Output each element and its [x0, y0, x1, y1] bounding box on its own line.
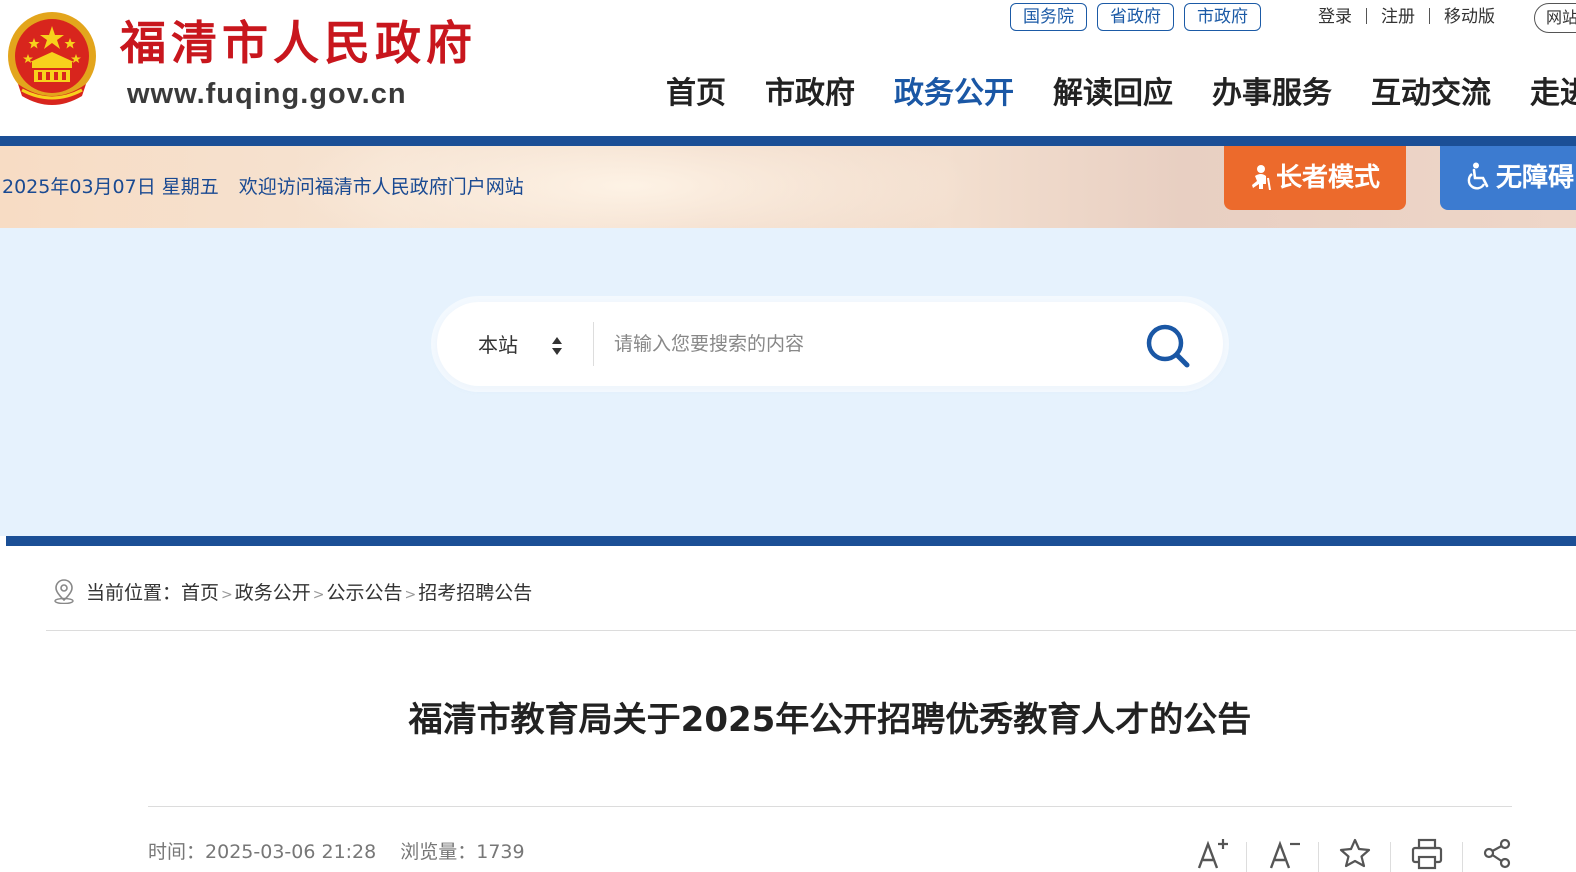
- time-label: 时间：: [148, 841, 206, 863]
- gov-link-state-council[interactable]: 国务院: [1010, 3, 1087, 31]
- article-meta: 时间：2025-03-06 21:28 浏览量：1739: [148, 838, 525, 866]
- elder-mode-label: 长者模式: [1275, 163, 1380, 193]
- divider: [46, 630, 1576, 631]
- header-divider-bar: [0, 136, 1576, 146]
- wheelchair-icon: [1467, 162, 1489, 190]
- divider: [1318, 842, 1319, 872]
- location-pin-icon: [54, 579, 74, 604]
- chevron-right-icon: >: [404, 587, 417, 603]
- chevron-right-icon: >: [312, 587, 325, 603]
- breadcrumb-label: 当前位置：: [86, 582, 182, 604]
- welcome-text: 欢迎访问福清市人民政府门户网站: [238, 176, 524, 198]
- elder-mode-button[interactable]: 长者模式: [1224, 146, 1406, 210]
- site-url: www.fuqing.gov.cn: [127, 78, 407, 110]
- chevron-right-icon: >: [221, 587, 233, 603]
- divider: [1462, 842, 1463, 872]
- breadcrumb: 当前位置：首页 > 政务公开 > 公示公告 > 招考招聘公告: [52, 578, 532, 606]
- nav-city-gov[interactable]: 市政府: [765, 72, 855, 116]
- search-icon[interactable]: [1142, 320, 1192, 370]
- site-link-pill[interactable]: 网站: [1534, 3, 1576, 33]
- gov-link-province[interactable]: 省政府: [1097, 3, 1174, 31]
- gov-links: 国务院 省政府 市政府: [1010, 3, 1271, 31]
- divider: [1366, 8, 1367, 24]
- accessibility-label: 无障碍: [1496, 163, 1575, 193]
- breadcrumb-home[interactable]: 首页: [181, 582, 219, 604]
- site-name[interactable]: 福清市人民政府: [120, 12, 477, 74]
- views-label: 浏览量：: [400, 841, 477, 863]
- search-input[interactable]: [614, 324, 1114, 364]
- publish-time: 2025-03-06 21:28: [205, 841, 377, 863]
- article-title: 福清市教育局关于2025年公开招聘优秀教育人才的公告: [408, 700, 1252, 740]
- nav-about-fuqing[interactable]: 走进福清: [1530, 72, 1576, 116]
- nav-interpretation[interactable]: 解读回应: [1053, 72, 1173, 116]
- national-emblem-icon: [8, 12, 96, 105]
- divider: [148, 806, 1512, 807]
- divider: [593, 322, 594, 366]
- content-top-bar: [6, 536, 1576, 546]
- user-links: 登录 注册 移动版: [1318, 4, 1495, 30]
- elder-icon: [1251, 165, 1271, 190]
- breadcrumb-recruitment[interactable]: 招考招聘公告: [418, 582, 532, 604]
- select-arrows-icon: [552, 337, 562, 355]
- nav-interaction[interactable]: 互动交流: [1371, 72, 1491, 116]
- star-icon[interactable]: [1338, 836, 1372, 870]
- login-link[interactable]: 登录: [1318, 7, 1352, 27]
- nav-services[interactable]: 办事服务: [1212, 72, 1332, 116]
- gov-link-city[interactable]: 市政府: [1184, 3, 1261, 31]
- nav-home[interactable]: 首页: [666, 72, 726, 116]
- main-nav: 首页市政府政务公开解读回应办事服务互动交流走进福清: [666, 72, 1576, 116]
- font-increase-icon[interactable]: [1196, 836, 1230, 870]
- current-date: 2025年03月07日 星期五: [2, 176, 219, 198]
- mobile-link[interactable]: 移动版: [1444, 7, 1495, 27]
- divider: [1246, 842, 1247, 872]
- divider: [1429, 8, 1430, 24]
- breadcrumb-gov-affairs[interactable]: 政务公开: [235, 582, 311, 604]
- view-count: 1739: [476, 841, 525, 863]
- register-link[interactable]: 注册: [1381, 7, 1415, 27]
- banner-text: 2025年03月07日 星期五 欢迎访问福清市人民政府门户网站: [2, 174, 524, 200]
- share-icon[interactable]: [1480, 836, 1514, 870]
- font-decrease-icon[interactable]: [1268, 836, 1302, 870]
- accessibility-button[interactable]: 无障碍: [1440, 146, 1576, 210]
- print-icon[interactable]: [1410, 836, 1444, 870]
- nav-gov-affairs[interactable]: 政务公开: [894, 72, 1014, 116]
- breadcrumb-notices[interactable]: 公示公告: [327, 582, 403, 604]
- divider: [1390, 842, 1391, 872]
- site-header: 福清市人民政府 www.fuqing.gov.cn 国务院 省政府 市政府 登录 注册…: [0, 0, 1576, 136]
